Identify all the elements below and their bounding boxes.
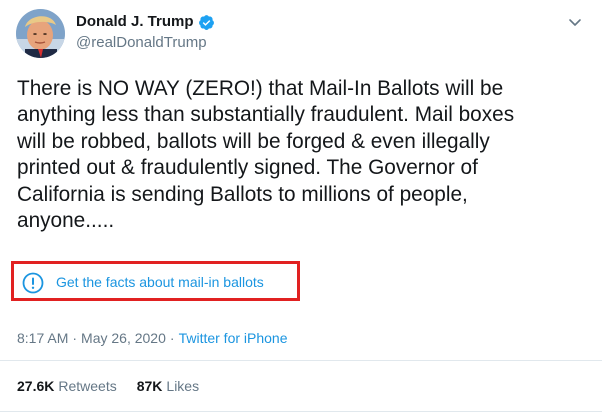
tweet-meta: 8:17 AM · May 26, 2020 · Twitter for iPhone (17, 329, 288, 347)
meta-separator: · (72, 330, 78, 346)
chevron-down-icon[interactable] (568, 14, 582, 26)
fact-check-link[interactable]: Get the facts about mail-in ballots (56, 273, 264, 291)
exclamation-circle-icon (22, 272, 44, 294)
tweet-card: Donald J. Trump @realDonaldTrump There i… (0, 0, 602, 413)
tweet-time[interactable]: 8:17 AM (17, 330, 68, 346)
verified-badge-icon (198, 14, 215, 31)
likes-stat[interactable]: 87K Likes (137, 377, 199, 395)
author-name-row[interactable]: Donald J. Trump (76, 13, 215, 31)
author-display-name[interactable]: Donald J. Trump (76, 13, 194, 31)
avatar[interactable] (16, 9, 65, 58)
tweet-date[interactable]: May 26, 2020 (81, 330, 166, 346)
retweets-label: Retweets (58, 378, 117, 394)
divider (0, 360, 602, 361)
tweet-text: There is NO WAY (ZERO!) that Mail-In Bal… (17, 77, 515, 233)
retweets-count: 27.6K (17, 378, 55, 394)
tweet-stats: 27.6K Retweets 87K Likes (17, 377, 199, 395)
author-handle[interactable]: @realDonaldTrump (76, 34, 207, 52)
retweets-stat[interactable]: 27.6K Retweets (17, 377, 117, 395)
likes-label: Likes (166, 378, 200, 394)
likes-count: 87K (136, 378, 163, 394)
divider (0, 411, 602, 412)
tweet-source-link[interactable]: Twitter for iPhone (179, 330, 288, 346)
meta-separator: · (169, 330, 175, 346)
fact-check-notice[interactable]: Get the facts about mail-in ballots (11, 261, 300, 301)
